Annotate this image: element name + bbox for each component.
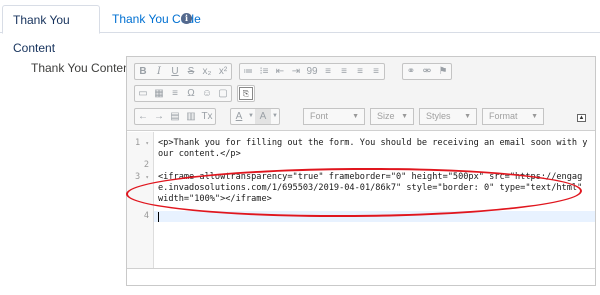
editor-status-bar [127, 268, 595, 285]
undo-group: ← → ▤ ▥ Tx [134, 108, 216, 125]
format-select-label: Format [489, 111, 518, 121]
source-code-area[interactable]: 1 ▾ 2 3 ▾ 4 <p>Thank you for filling out… [127, 132, 595, 268]
rich-text-editor: B I U S x₂ x² ≔ ⁝≡ ⇤ ⇥ 99 ≡ ≡ ≡ ≡ ⚭ ⚮ ⚑ … [126, 56, 596, 286]
collapse-toolbar-icon[interactable]: ▲ [577, 114, 586, 122]
background-color-icon[interactable]: A [255, 109, 271, 124]
iframe-icon[interactable]: ▢ [215, 86, 231, 101]
code-line-1: <p>Thank you for filling out the form. Y… [158, 138, 588, 159]
chevron-down-icon: ▼ [401, 113, 408, 120]
editor-toolbar: B I U S x₂ x² ≔ ⁝≡ ⇤ ⇥ 99 ≡ ≡ ≡ ≡ ⚭ ⚮ ⚑ … [127, 57, 595, 131]
blockquote-icon[interactable]: 99 [304, 64, 320, 79]
line-number-gutter: 1 ▾ 2 3 ▾ 4 [127, 132, 154, 268]
italic-button[interactable]: I [151, 64, 167, 79]
font-select[interactable]: Font ▼ [303, 108, 365, 125]
tab-bar: Thank You Content Thank You Code i [0, 0, 600, 55]
tab-thank-you-content[interactable]: Thank You Content [2, 5, 100, 55]
strikethrough-button[interactable]: S [183, 64, 199, 79]
anchor-icon[interactable]: ⚑ [435, 64, 451, 79]
text-caret [158, 212, 159, 222]
special-char-icon[interactable]: Ω [183, 86, 199, 101]
justify-icon[interactable]: ≡ [368, 64, 384, 79]
size-select-label: Size [377, 111, 395, 121]
chevron-down-icon: ▼ [464, 113, 471, 120]
chevron-down-icon[interactable]: ▼ [271, 109, 279, 124]
underline-button[interactable]: U [167, 64, 183, 79]
bulleted-list-icon[interactable]: ⁝≡ [256, 64, 272, 79]
redo-icon[interactable]: → [151, 109, 167, 124]
line-number: 2 [143, 160, 149, 170]
link-icon[interactable]: ⚭ [403, 64, 419, 79]
styles-select[interactable]: Styles ▼ [419, 108, 477, 125]
bold-button[interactable]: B [135, 64, 151, 79]
thank-you-content-label: Thank You Content [31, 61, 134, 75]
text-color-icon[interactable]: A [231, 109, 247, 124]
line-number: 3 ▾ [135, 172, 149, 182]
chevron-down-icon: ▼ [531, 113, 538, 120]
source-group: ⎘ [237, 85, 255, 102]
horizontal-line-icon[interactable]: ≡ [167, 86, 183, 101]
remove-format-icon[interactable]: Tx [199, 109, 215, 124]
undo-icon[interactable]: ← [135, 109, 151, 124]
paste-text-icon[interactable]: ▤ [167, 109, 183, 124]
unlink-icon[interactable]: ⚮ [419, 64, 435, 79]
color-group: A ▼ A ▼ [230, 108, 280, 125]
insert-group: ▭ ▦ ≡ Ω ☺ ▢ [134, 85, 232, 102]
line-number: 1 ▾ [135, 138, 149, 148]
subscript-button[interactable]: x₂ [199, 64, 215, 79]
table-icon[interactable]: ▦ [151, 86, 167, 101]
align-center-icon[interactable]: ≡ [336, 64, 352, 79]
format-select[interactable]: Format ▼ [482, 108, 544, 125]
tab-thank-you-code[interactable]: Thank You Code [102, 5, 211, 34]
styles-select-label: Styles [426, 111, 451, 121]
smiley-icon[interactable]: ☺ [199, 86, 215, 101]
chevron-down-icon[interactable]: ▼ [247, 109, 255, 124]
line-number: 4 [143, 211, 149, 221]
info-icon[interactable]: i [181, 13, 192, 24]
numbered-list-icon[interactable]: ≔ [240, 64, 256, 79]
code-line-3: <iframe allowtransparency="true" framebo… [158, 172, 588, 204]
link-group: ⚭ ⚮ ⚑ [402, 63, 452, 80]
outdent-icon[interactable]: ⇤ [272, 64, 288, 79]
source-code-icon[interactable]: ⎘ [239, 87, 253, 100]
font-select-label: Font [310, 111, 329, 121]
align-left-icon[interactable]: ≡ [320, 64, 336, 79]
image-icon[interactable]: ▭ [135, 86, 151, 101]
superscript-button[interactable]: x² [215, 64, 231, 79]
align-right-icon[interactable]: ≡ [352, 64, 368, 79]
indent-icon[interactable]: ⇥ [288, 64, 304, 79]
paste-word-icon[interactable]: ▥ [183, 109, 199, 124]
size-select[interactable]: Size ▼ [370, 108, 414, 125]
active-line-highlight [154, 211, 595, 222]
basic-style-group: B I U S x₂ x² [134, 63, 232, 80]
chevron-down-icon: ▼ [352, 113, 359, 120]
paragraph-group: ≔ ⁝≡ ⇤ ⇥ 99 ≡ ≡ ≡ ≡ [239, 63, 385, 80]
